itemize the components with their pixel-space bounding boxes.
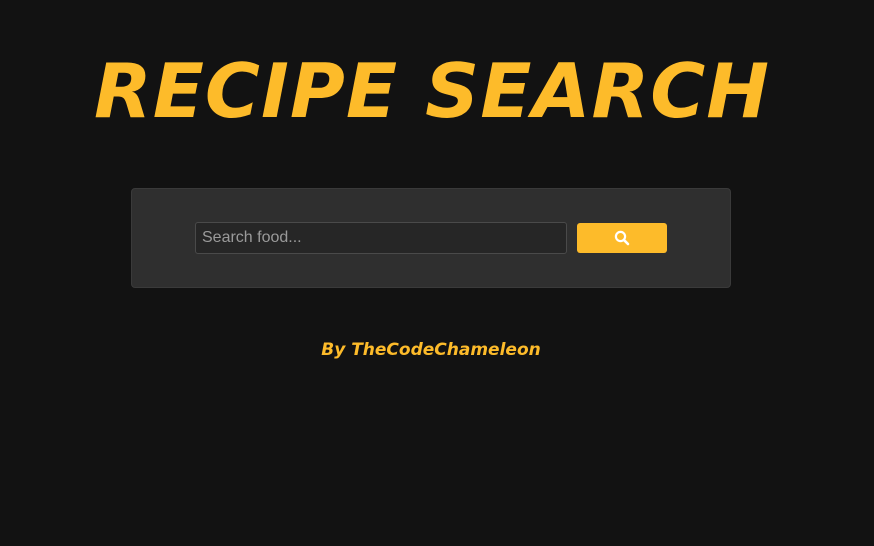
search-input[interactable] [195, 222, 567, 254]
author-byline: By TheCodeChameleon [321, 340, 541, 360]
search-icon [614, 230, 630, 246]
search-panel [131, 188, 731, 288]
page-title: RECIPE SEARCH [93, 47, 771, 135]
search-button[interactable] [577, 223, 667, 253]
